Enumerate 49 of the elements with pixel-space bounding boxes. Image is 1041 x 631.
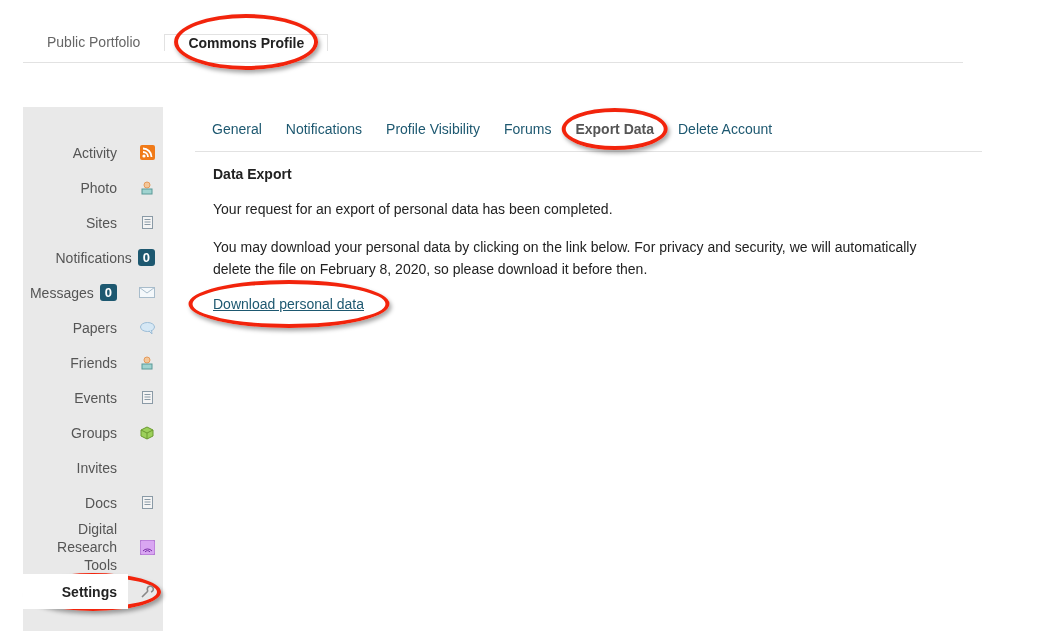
download-link[interactable]: Download personal data xyxy=(213,296,364,312)
sidebar-label: Invites xyxy=(76,458,117,477)
settings-tab[interactable]: Profile Visibility xyxy=(386,121,480,137)
mail-icon xyxy=(139,287,155,298)
sidebar-label: Notifications xyxy=(55,248,132,267)
document-icon xyxy=(141,391,153,404)
sidebar-item[interactable]: Digital Research Tools xyxy=(23,520,163,574)
count-badge: 0 xyxy=(99,284,117,301)
person-icon xyxy=(141,180,153,195)
settings-tab[interactable]: Export Data xyxy=(575,121,654,137)
sidebar-label: Settings xyxy=(61,582,117,601)
count-badge: 0 xyxy=(137,249,155,266)
person-icon xyxy=(141,355,153,370)
body-text: Your request for an export of personal data has been completed. xyxy=(213,200,614,219)
settings-tab[interactable]: Forums xyxy=(503,121,552,137)
sidebar-item[interactable]: Groups xyxy=(23,415,163,450)
sidebar-item[interactable]: Invites xyxy=(23,450,163,485)
sidebar-item[interactable]: Notifications 0 xyxy=(23,240,163,275)
signal-icon xyxy=(139,539,155,555)
sidebar-item[interactable]: Events xyxy=(23,380,163,415)
rss-icon xyxy=(139,145,155,160)
settings-tab[interactable]: Delete Account xyxy=(678,121,773,137)
sidebar-label: Photo xyxy=(80,178,117,197)
settings-tab[interactable]: Notifications xyxy=(285,121,363,137)
sidebar-item[interactable]: Activity xyxy=(23,135,163,170)
settings-tab[interactable]: General xyxy=(212,121,262,137)
sidebar-label: Sites xyxy=(85,213,117,232)
sidebar-label: Digital Research Tools xyxy=(56,520,117,574)
sidebar-item[interactable]: Papers xyxy=(23,310,163,345)
sidebar-item[interactable]: Photo xyxy=(23,170,163,205)
sidebar-label: Messages xyxy=(29,283,94,302)
document-icon xyxy=(141,216,153,229)
sidebar-item[interactable]: Sites xyxy=(23,205,163,240)
profile-tab[interactable]: Commons Profile xyxy=(164,33,329,51)
sidebar-label: Groups xyxy=(71,423,117,442)
sidebar-label: Friends xyxy=(70,353,117,372)
body-text: You may download your personal data by clicking on the link below. For privacy and security, we will automatically delete the file on February 8, 2020, so please download it before then. xyxy=(213,238,918,279)
sidebar-item[interactable]: Friends xyxy=(23,345,163,380)
sidebar-label: Papers xyxy=(72,318,117,337)
sidebar-label: Events xyxy=(74,388,117,407)
sidebar-label: Activity xyxy=(72,143,117,162)
sidebar-item[interactable]: Messages 0 xyxy=(23,275,163,310)
section-heading: Data Export xyxy=(213,166,293,182)
speech-bubble-icon xyxy=(139,321,155,334)
document-icon xyxy=(141,496,153,509)
sidebar-item[interactable]: Docs xyxy=(23,485,163,520)
sidebar-label: Docs xyxy=(85,493,117,512)
cube-icon xyxy=(140,425,154,440)
wrench-icon xyxy=(140,584,154,599)
